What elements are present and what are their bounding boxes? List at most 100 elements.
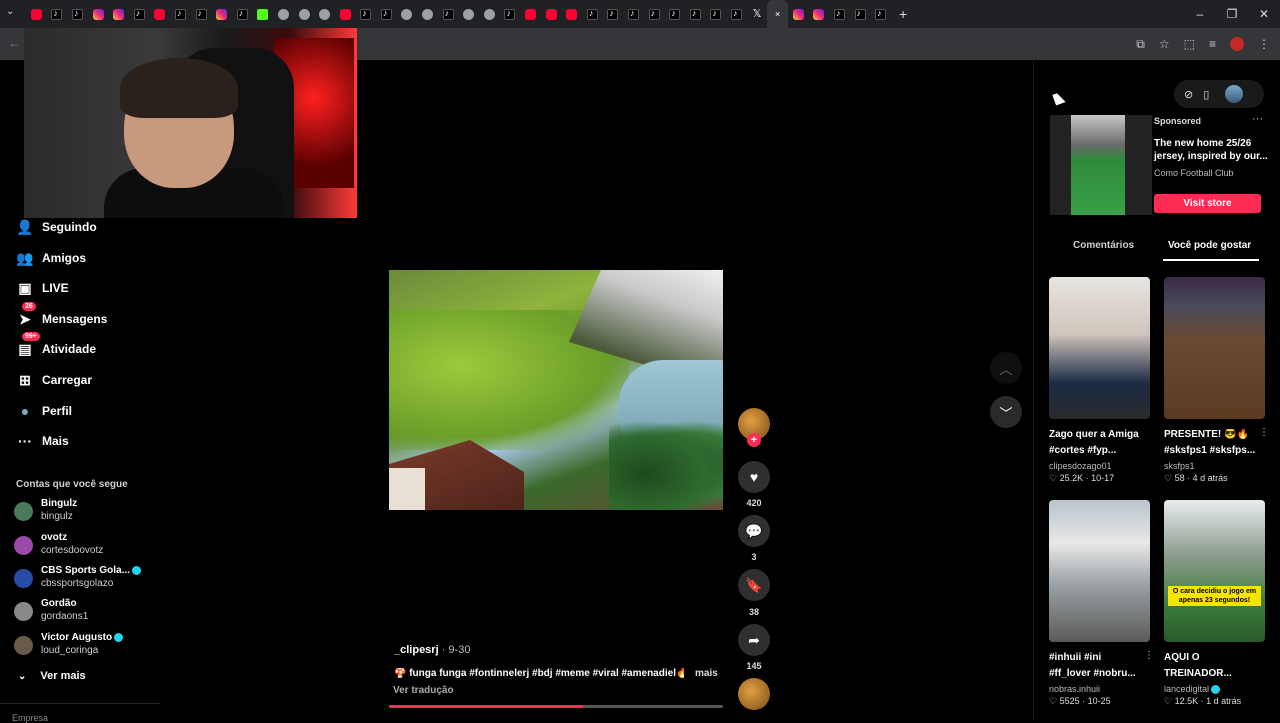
browser-tab[interactable]	[356, 0, 377, 28]
browser-tab[interactable]	[417, 0, 438, 28]
browser-tab[interactable]	[582, 0, 603, 28]
browser-tab[interactable]	[870, 0, 891, 28]
ad-thumbnail[interactable]	[1050, 115, 1152, 215]
back-arrow-icon[interactable]: ←	[8, 36, 20, 50]
browser-tab[interactable]	[170, 0, 191, 28]
browser-tab[interactable]: 𝕏	[747, 0, 768, 28]
browser-tab[interactable]	[211, 0, 232, 28]
omnibox[interactable]	[360, 32, 1150, 56]
browser-tab[interactable]	[397, 0, 418, 28]
user-avatar[interactable]	[1225, 85, 1244, 103]
nav-mensagens[interactable]: ➤ 26 Mensagens	[16, 302, 107, 330]
video-author[interactable]: _clipesrj · 9-30	[394, 644, 470, 656]
browser-tab[interactable]	[88, 0, 109, 28]
browser-tab[interactable]	[541, 0, 562, 28]
ad-brand[interactable]: Como Football Club	[1154, 168, 1234, 178]
browser-tab[interactable]	[458, 0, 479, 28]
nav-seguindo[interactable]: 👤 Seguindo	[16, 216, 96, 238]
recommendation-card[interactable]: O cara decidiu o jogo em apenas 23 segun…	[1164, 500, 1265, 710]
browser-tab[interactable]	[26, 0, 47, 28]
nav-atividade[interactable]: ▤ 99+ Atividade	[16, 332, 96, 360]
browser-tab[interactable]	[253, 0, 274, 28]
nav-perfil[interactable]: ● Perfil	[16, 400, 72, 422]
following-account[interactable]: ovotz cortesdoovotz	[14, 532, 154, 560]
close-window-button[interactable]: ✕	[1248, 7, 1280, 21]
video-player[interactable]	[389, 270, 723, 510]
browser-tab[interactable]	[726, 0, 747, 28]
ad-more-icon[interactable]: ···	[1252, 113, 1263, 125]
browser-tab[interactable]	[664, 0, 685, 28]
phone-icon[interactable]: ▯	[1203, 88, 1209, 101]
browser-profile-avatar[interactable]	[1230, 37, 1244, 51]
follow-plus-icon[interactable]: +	[747, 433, 761, 447]
browser-tab[interactable]	[438, 0, 459, 28]
browser-tab[interactable]	[67, 0, 88, 28]
browser-tab[interactable]	[376, 0, 397, 28]
browser-tab[interactable]	[479, 0, 500, 28]
card-more-icon[interactable]: ⋮	[1259, 427, 1269, 438]
browser-tab[interactable]	[706, 0, 727, 28]
browser-tab[interactable]	[47, 0, 68, 28]
bookmark-star-icon[interactable]: ☆	[1159, 37, 1170, 51]
nav-amigos[interactable]: 👥 Amigos	[16, 247, 86, 269]
visit-store-button[interactable]: Visit store	[1154, 194, 1261, 213]
recommendation-card[interactable]: Zago quer a Amiga #cortes #fyp... clipes…	[1049, 277, 1150, 507]
browser-tab[interactable]	[335, 0, 356, 28]
card-more-icon[interactable]: ⋮	[1144, 650, 1154, 661]
following-account[interactable]: Victor Augusto loud_coringa	[14, 632, 154, 660]
previous-video-button[interactable]: ︿	[990, 352, 1022, 384]
recommendation-card[interactable]: #inhuii #ini ⋮ #ff_lover #nobru... nobra…	[1049, 500, 1154, 710]
browser-tab[interactable]	[850, 0, 871, 28]
browser-tab[interactable]	[644, 0, 665, 28]
recommendation-card[interactable]: PRESENTE! 😎🔥 ⋮ #sksfps1 #sksfps... sksfp…	[1164, 277, 1269, 507]
active-tab-close-button[interactable]: ×	[767, 0, 788, 28]
nav-carregar[interactable]: ⊞ Carregar	[16, 369, 92, 391]
nav-mais[interactable]: ··· Mais	[16, 430, 69, 452]
sound-disc-icon[interactable]	[738, 678, 770, 710]
minimize-button[interactable]: –	[1184, 7, 1216, 21]
install-app-icon[interactable]: ⧉	[1136, 37, 1145, 52]
media-control-icon[interactable]: ≡	[1209, 37, 1216, 51]
browser-tab[interactable]	[294, 0, 315, 28]
see-more-link[interactable]: ⌄ Ver mais	[18, 670, 86, 682]
card-stats: ♡ 12.5K · 1 d atrás	[1164, 696, 1242, 706]
browser-tab[interactable]	[232, 0, 253, 28]
tab-search-icon[interactable]: ⌄	[6, 6, 14, 17]
caption-more-link[interactable]: mais	[695, 668, 718, 679]
browser-tab[interactable]	[500, 0, 521, 28]
following-account[interactable]: CBS Sports Gola... cbssportsgolazo	[14, 565, 154, 593]
browser-tab[interactable]	[829, 0, 850, 28]
browser-tab[interactable]	[623, 0, 644, 28]
translate-link[interactable]: Ver tradução	[393, 685, 454, 696]
browser-tab[interactable]	[108, 0, 129, 28]
ad-title[interactable]: The new home 25/26 jersey, inspired by o…	[1154, 137, 1269, 163]
browser-menu-icon[interactable]: ⋮	[1258, 37, 1270, 51]
following-account[interactable]: Gordão gordaons1	[14, 598, 154, 626]
browser-tab[interactable]	[520, 0, 541, 28]
following-account[interactable]: Bingulz bingulz	[14, 498, 154, 526]
next-video-button[interactable]: ﹀	[990, 396, 1022, 428]
extensions-puzzle-icon[interactable]: ⬚	[1184, 37, 1195, 51]
save-button[interactable]: 🔖	[738, 569, 770, 601]
browser-tab[interactable]	[273, 0, 294, 28]
browser-tab[interactable]	[191, 0, 212, 28]
browser-tab[interactable]	[809, 0, 830, 28]
browser-tab[interactable]	[314, 0, 335, 28]
browser-tab[interactable]	[788, 0, 809, 28]
maximize-button[interactable]: ❐	[1216, 7, 1248, 21]
tab-you-may-like[interactable]: Você pode gostar	[1168, 240, 1251, 251]
verified-badge-icon	[114, 632, 124, 642]
like-button[interactable]: ♥	[738, 461, 770, 493]
browser-tab[interactable]	[603, 0, 624, 28]
browser-tab[interactable]	[561, 0, 582, 28]
compass-icon[interactable]: ⊘	[1184, 88, 1193, 101]
nav-live[interactable]: ▣ LIVE	[16, 277, 68, 299]
video-progress-bar[interactable]	[389, 705, 723, 708]
browser-tab[interactable]	[150, 0, 171, 28]
tab-comments[interactable]: Comentários	[1073, 240, 1134, 251]
browser-tab[interactable]	[685, 0, 706, 28]
comment-button[interactable]: 💬	[738, 515, 770, 547]
share-button[interactable]: ➦	[738, 624, 770, 656]
browser-tab[interactable]	[129, 0, 150, 28]
new-tab-button[interactable]: +	[899, 6, 907, 22]
